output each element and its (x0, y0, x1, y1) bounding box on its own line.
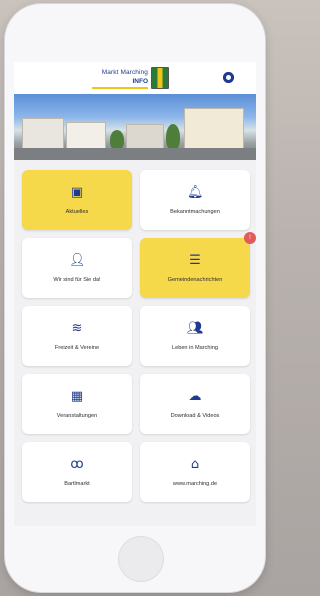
home-icon: ⌂ (190, 456, 200, 472)
calendar-icon: ▦ (70, 388, 84, 404)
tile-label: Freizeit & Vereine (54, 344, 100, 351)
tile-aktuelles[interactable]: ▣ Aktuelles (22, 170, 132, 230)
tile-label: Wir sind für Sie da! (53, 276, 101, 283)
tile-freizeit-vereine[interactable]: ≋ Freizeit & Vereine (22, 306, 132, 366)
notification-badge: ! (244, 232, 256, 244)
banner-tree (166, 124, 180, 150)
cloud-icon: ☁ (188, 388, 202, 404)
tile-label: Bartlmarkt (64, 480, 90, 487)
app-header: Markt Marching INFO (14, 62, 256, 94)
tile-veranstaltungen[interactable]: ▦ Veranstaltungen (22, 374, 132, 434)
logo-line1: Markt Marching (101, 68, 148, 76)
tile-bartlmarkt[interactable]: ꝏ Bartlmarkt (22, 442, 132, 502)
list-icon: ☰ (189, 252, 201, 268)
tile-bekanntmachungen[interactable]: 🔔︎ Bekanntmachungen (140, 170, 250, 230)
logo-text: Markt Marching INFO (92, 68, 148, 89)
banner-building (66, 122, 106, 150)
app-logo[interactable]: Markt Marching INFO (92, 65, 174, 91)
banner-tree (110, 130, 124, 150)
tile-gemeindenachrichten[interactable]: ! ☰ Gemeindenachrichten (140, 232, 256, 298)
banner-image (14, 94, 256, 160)
banner-building (126, 124, 164, 150)
logo-underline (92, 86, 148, 89)
crest-icon (151, 67, 169, 89)
wifi-icon: ≋ (71, 320, 83, 336)
tile-label: Leben in Marching (171, 344, 219, 351)
tile-label: www.marching.de (172, 480, 218, 487)
tile-label: Gemeindenachrichten (167, 276, 223, 283)
bell-icon: 🔔︎ (187, 184, 204, 200)
pretzel-icon: ꝏ (70, 456, 84, 472)
person-icon: 👤︎ (69, 252, 86, 268)
tile-download-videos[interactable]: ☁ Download & Videos (140, 374, 250, 434)
news-icon: ▣ (70, 184, 84, 200)
tile-wir-sind-fuer-sie-da[interactable]: 👤︎ Wir sind für Sie da! (22, 238, 132, 298)
gear-icon[interactable] (223, 72, 234, 83)
tile-website[interactable]: ⌂ www.marching.de (140, 442, 250, 502)
home-button[interactable] (118, 536, 164, 582)
people-icon: 👥︎ (187, 320, 204, 336)
tile-label: Veranstaltungen (56, 412, 98, 419)
tile-label: Download & Videos (170, 412, 220, 419)
tile-leben-in-marching[interactable]: 👥︎ Leben in Marching (140, 306, 250, 366)
banner-road (14, 148, 256, 160)
banner-building (22, 118, 64, 150)
menu-grid: ▣ Aktuelles 🔔︎ Bekanntmachungen 👤︎ Wir s… (22, 170, 256, 502)
tile-label: Aktuelles (65, 208, 89, 215)
logo-line2: INFO (132, 77, 148, 85)
tile-label: Bekanntmachungen (170, 208, 220, 215)
banner-building (184, 108, 244, 150)
